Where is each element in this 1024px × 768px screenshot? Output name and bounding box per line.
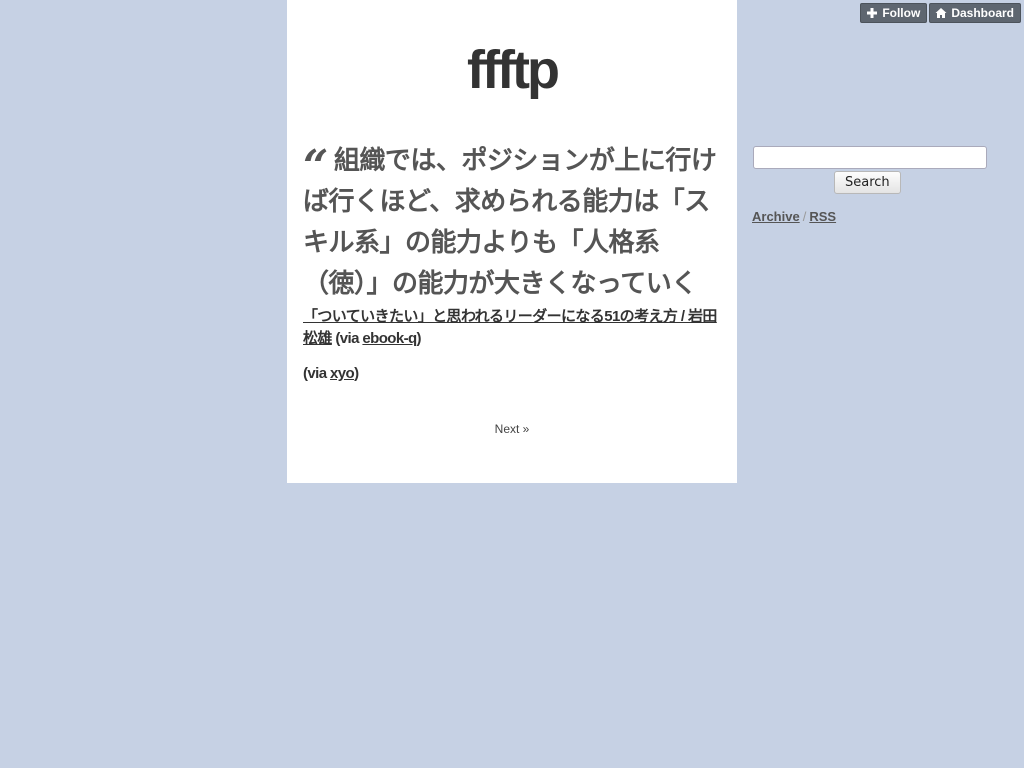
sidebar: Search Archive / RSS (752, 146, 988, 224)
via-suffix: ) (354, 365, 359, 382)
main-column: ffftp “組織では、ポジションが上に行けば行くほど、求められる能力は「スキル… (287, 0, 737, 483)
sidebar-links: Archive / RSS (752, 209, 988, 224)
quote-text: 組織では、ポジションが上に行けば行くほど、求められる能力は「スキル系」の能力より… (303, 145, 717, 298)
home-icon (935, 7, 947, 19)
reblog-via: (via xyo) (303, 365, 723, 382)
plus-icon (866, 7, 878, 19)
source-via-suffix: ) (416, 330, 422, 347)
quote-mark-icon: “ (303, 141, 328, 192)
search-button[interactable]: Search (834, 171, 901, 194)
search-input[interactable] (753, 146, 987, 169)
source-via-link[interactable]: ebook-q (362, 330, 417, 347)
next-page-link[interactable]: Next » (495, 422, 530, 436)
dashboard-label: Dashboard (951, 6, 1014, 20)
rss-link[interactable]: RSS (809, 209, 836, 224)
archive-link[interactable]: Archive (752, 209, 800, 224)
follow-button[interactable]: Follow (860, 3, 928, 23)
top-controls: Follow Dashboard (860, 3, 1021, 23)
quote-post: “組織では、ポジションが上に行けば行くほど、求められる能力は「スキル系」の能力よ… (303, 140, 723, 383)
via-link[interactable]: xyo (330, 365, 355, 382)
dashboard-button[interactable]: Dashboard (929, 3, 1021, 23)
via-prefix: (via (303, 365, 331, 382)
pagination: Next » (287, 422, 737, 436)
quote-body: “組織では、ポジションが上に行けば行くほど、求められる能力は「スキル系」の能力よ… (303, 140, 723, 304)
blog-title[interactable]: ffftp (287, 38, 737, 102)
quote-source: 「ついていきたい」と思われるリーダーになる51の考え方 / 岩田松雄 (via … (303, 306, 723, 350)
link-separator: / (802, 209, 807, 224)
source-via-prefix: (via (331, 330, 363, 347)
follow-label: Follow (882, 6, 921, 20)
